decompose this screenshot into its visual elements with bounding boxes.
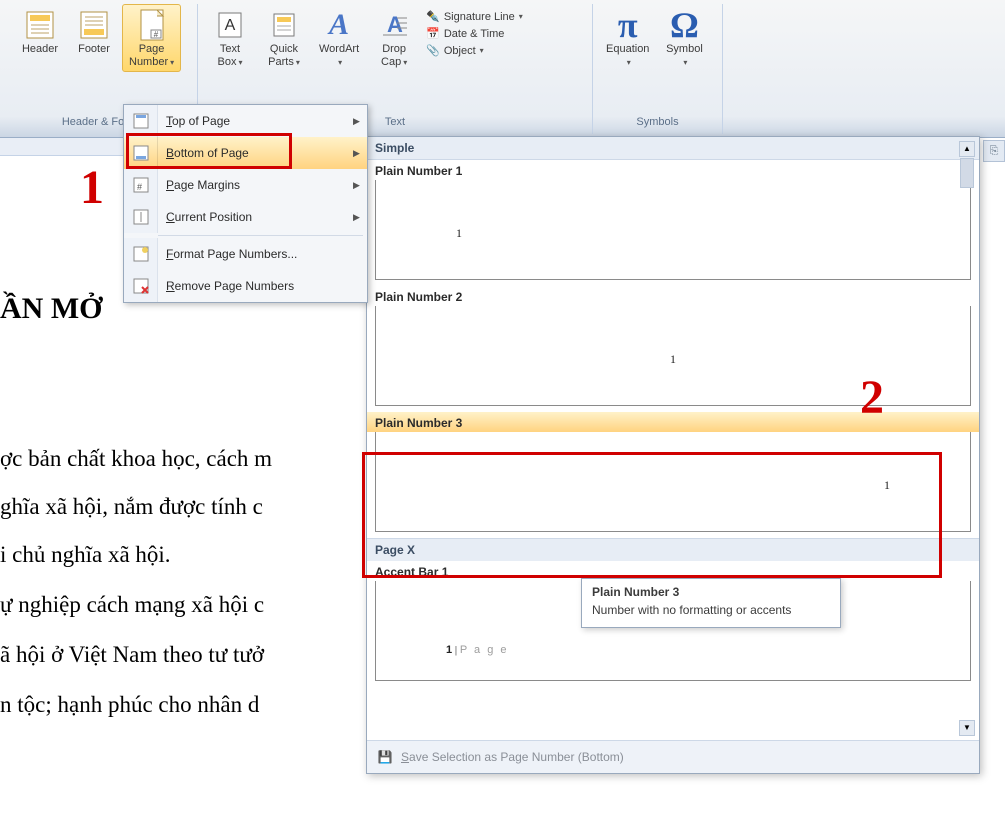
page-number-button[interactable]: # Page Number▾	[122, 4, 181, 72]
document-text: ghĩa xã hội, nắm được tính c	[0, 494, 263, 520]
gallery-item-plain-number-2[interactable]: Plain Number 2 1	[367, 286, 979, 406]
text-box-icon: A	[214, 9, 246, 41]
document-text: n tộc; hạnh phúc cho nhân d	[0, 692, 259, 718]
document-text: i chủ nghĩa xã hội.	[0, 542, 171, 568]
gallery-scroll-up[interactable]: ▲	[959, 141, 975, 157]
gallery-section-page-x: Page X	[367, 538, 979, 561]
svg-text:#: #	[153, 30, 158, 39]
menu-format-page-numbers[interactable]: Format Page Numbers...	[124, 238, 367, 270]
signature-line-button[interactable]: ✒️Signature Line▾	[422, 8, 527, 25]
remove-page-numbers-icon	[124, 270, 158, 302]
document-text: ợc bản chất khoa học, cách m	[0, 446, 272, 472]
svg-text:#: #	[137, 182, 142, 192]
annotation-1: 1	[80, 160, 104, 215]
submenu-arrow-icon: ▶	[353, 148, 367, 159]
gallery-scroll-down[interactable]: ▼	[959, 720, 975, 736]
page-number-gallery: Simple Plain Number 1 1 Plain Number 2 1…	[366, 136, 980, 774]
svg-text:A: A	[225, 17, 236, 34]
submenu-arrow-icon: ▶	[353, 180, 367, 191]
document-map-icon[interactable]: ⎘	[983, 140, 1005, 162]
menu-bottom-of-page[interactable]: Bottom of Page ▶	[124, 137, 367, 169]
wordart-button[interactable]: A WordArt▾	[312, 4, 366, 72]
submenu-arrow-icon: ▶	[353, 212, 367, 223]
bottom-of-page-icon	[124, 137, 158, 169]
gallery-item-plain-number-3[interactable]: Plain Number 3 1	[367, 412, 979, 532]
gallery-item-plain-number-1[interactable]: Plain Number 1 1	[367, 160, 979, 280]
document-text: ã hội ở Việt Nam theo tư tưở	[0, 642, 264, 668]
date-time-button[interactable]: 📅Date & Time	[422, 25, 527, 42]
page-number-menu: TTop of Pageop of Page ▶ Bottom of Page …	[123, 104, 368, 303]
symbol-icon: Ω	[668, 9, 700, 41]
menu-separator	[158, 235, 363, 236]
top-of-page-icon	[124, 105, 158, 137]
drop-cap-button[interactable]: A Drop Cap▾	[368, 4, 420, 72]
svg-text:A: A	[387, 12, 403, 37]
menu-top-of-page[interactable]: TTop of Pageop of Page ▶	[124, 105, 367, 137]
menu-page-margins[interactable]: # Page Margins ▶	[124, 169, 367, 201]
menu-remove-page-numbers[interactable]: Remove Page Numbers	[124, 270, 367, 302]
header-icon	[24, 9, 56, 41]
page-margins-icon: #	[124, 169, 158, 201]
footer-icon	[78, 9, 110, 41]
signature-icon: ✒️	[426, 10, 440, 23]
submenu-arrow-icon: ▶	[353, 116, 367, 127]
page-number-icon: #	[136, 9, 168, 41]
equation-button[interactable]: π Equation▾	[599, 4, 656, 72]
tooltip-plain-number-3: Plain Number 3 Number with no formatting…	[581, 578, 841, 628]
current-position-icon	[124, 201, 158, 233]
preview-plain-number-3: 1	[375, 432, 971, 532]
gallery-scroll-thumb[interactable]	[960, 158, 974, 188]
format-page-numbers-icon	[124, 238, 158, 270]
document-heading: ẦN MỞ	[0, 292, 102, 326]
document-text: ự nghiệp cách mạng xã hội c	[0, 592, 264, 618]
drop-cap-icon: A	[378, 9, 410, 41]
wordart-icon: A	[323, 9, 355, 41]
save-selection-button: 💾 Save Selection as Page Number (Bottom)	[367, 740, 979, 773]
save-selection-icon: 💾	[375, 747, 395, 767]
quick-parts-icon	[268, 9, 300, 41]
menu-current-position[interactable]: Current Position ▶	[124, 201, 367, 233]
gallery-section-simple: Simple	[367, 137, 979, 160]
text-box-button[interactable]: A Text Box▾	[204, 4, 256, 72]
date-time-icon: 📅	[426, 27, 440, 40]
symbol-button[interactable]: Ω Symbol▾	[658, 4, 710, 72]
preview-plain-number-1: 1	[375, 180, 971, 280]
group-label-symbols: Symbols	[599, 113, 716, 134]
object-button[interactable]: 📎Object▾	[422, 42, 527, 59]
annotation-2: 2	[860, 370, 884, 425]
footer-button[interactable]: Footer	[68, 4, 120, 59]
header-button[interactable]: Header	[14, 4, 66, 59]
quick-parts-button[interactable]: Quick Parts▾	[258, 4, 310, 72]
object-icon: 📎	[426, 44, 440, 57]
equation-icon: π	[612, 9, 644, 41]
